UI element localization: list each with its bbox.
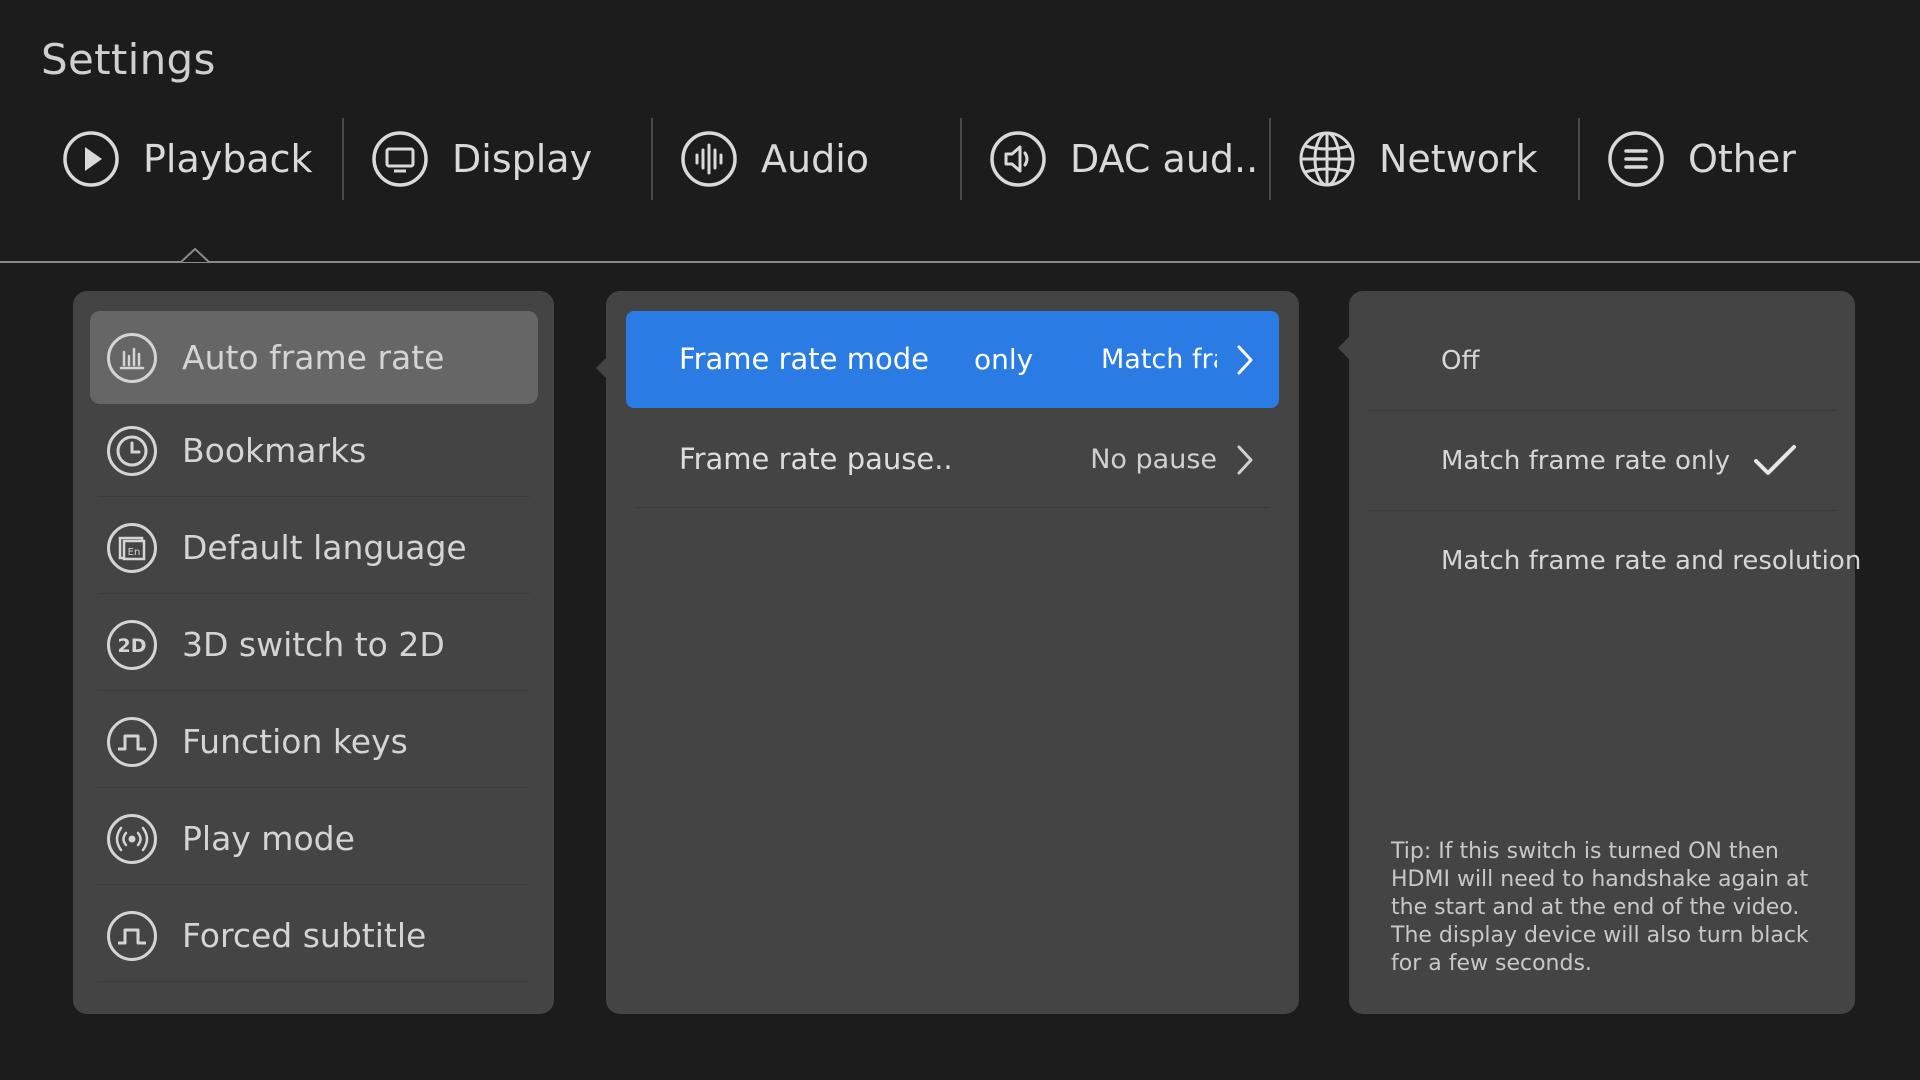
separator bbox=[98, 496, 530, 497]
separator bbox=[98, 787, 530, 788]
auto-frame-rate-panel: Frame rate mode only Match fra Frame rat… bbox=[606, 291, 1299, 1014]
menu-item-label: Bookmarks bbox=[182, 431, 367, 470]
svg-text:2D: 2D bbox=[118, 635, 147, 657]
speaker-icon bbox=[989, 130, 1047, 188]
active-tab-pointer-icon bbox=[181, 248, 209, 263]
tab-other[interactable]: Other bbox=[1578, 118, 1887, 200]
scrolling-text: only bbox=[974, 343, 1034, 376]
row-value: Match fra bbox=[1101, 344, 1217, 375]
menu-item-play-mode[interactable]: Play mode bbox=[90, 792, 538, 885]
tab-playback[interactable]: Playback bbox=[33, 118, 342, 200]
row-frame-rate-mode[interactable]: Frame rate mode only Match fra bbox=[626, 311, 1279, 408]
menu-item-label: Forced subtitle bbox=[182, 916, 427, 955]
separator bbox=[98, 884, 530, 885]
row-frame-rate-pause[interactable]: Frame rate pause.. No pause bbox=[626, 411, 1279, 508]
checkmark-icon bbox=[1754, 445, 1796, 475]
panel-pointer-icon bbox=[1338, 337, 1349, 359]
tab-divider bbox=[0, 261, 1920, 263]
option-label: Match frame rate only bbox=[1441, 446, 1731, 476]
menu-item-label: Function keys bbox=[182, 722, 408, 761]
svg-text:En: En bbox=[128, 547, 141, 558]
clock-icon bbox=[106, 425, 158, 477]
menu-item-label: Default language bbox=[182, 528, 467, 567]
tab-display[interactable]: Display bbox=[342, 118, 651, 200]
separator bbox=[98, 981, 530, 982]
menu-item-default-language[interactable]: En Default language bbox=[90, 501, 538, 594]
tab-label: DAC aud.. bbox=[1070, 137, 1259, 181]
chevron-right-icon bbox=[1237, 445, 1253, 475]
tab-dac-audio[interactable]: DAC aud.. bbox=[960, 118, 1269, 200]
menu-item-label: Play mode bbox=[182, 819, 355, 858]
audio-waveform-icon bbox=[680, 130, 738, 188]
page-title: Settings bbox=[41, 35, 216, 84]
settings-screen: Settings Playback Display Audio DAC aud.… bbox=[0, 0, 1920, 1080]
tab-network[interactable]: Network bbox=[1269, 118, 1578, 200]
tab-label: Display bbox=[452, 137, 593, 181]
option-match-frame-rate-and-resolution[interactable]: Match frame rate and resolution bbox=[1369, 511, 1861, 611]
chevron-right-icon bbox=[1237, 345, 1253, 375]
tab-label: Playback bbox=[143, 137, 313, 181]
broadcast-icon bbox=[106, 813, 158, 865]
separator bbox=[636, 507, 1269, 508]
function-key-icon bbox=[106, 716, 158, 768]
frame-rate-mode-options-panel: Off Match frame rate only Match frame ra… bbox=[1349, 291, 1861, 1014]
globe-icon bbox=[1298, 130, 1356, 188]
menu-item-bookmarks[interactable]: Bookmarks bbox=[90, 404, 538, 497]
option-match-frame-rate-only[interactable]: Match frame rate only bbox=[1369, 411, 1837, 511]
tab-label: Audio bbox=[761, 137, 870, 181]
language-icon: En bbox=[106, 522, 158, 574]
menu-item-function-keys[interactable]: Function keys bbox=[90, 695, 538, 788]
separator bbox=[98, 593, 530, 594]
tab-label: Other bbox=[1688, 137, 1796, 181]
option-off[interactable]: Off bbox=[1369, 311, 1837, 411]
option-label: Off bbox=[1441, 346, 1480, 376]
tab-label: Network bbox=[1379, 137, 1538, 181]
tab-audio[interactable]: Audio bbox=[651, 118, 960, 200]
bar-chart-icon bbox=[106, 332, 158, 384]
tip-text: Tip: If this switch is turned ON then HD… bbox=[1391, 839, 1809, 976]
monitor-icon bbox=[371, 130, 429, 188]
menu-item-auto-frame-rate[interactable]: Auto frame rate bbox=[90, 311, 538, 404]
row-label: Frame rate mode bbox=[679, 342, 929, 376]
play-circle-icon bbox=[62, 130, 120, 188]
option-label: Match frame rate and resolution bbox=[1441, 546, 1862, 576]
subtitle-icon bbox=[106, 910, 158, 962]
menu-lines-icon bbox=[1607, 130, 1665, 188]
row-value: No pause bbox=[1090, 444, 1217, 475]
playback-menu-panel: Auto frame rate Bookmarks En Default lan… bbox=[73, 291, 554, 1014]
menu-item-label: Auto frame rate bbox=[182, 338, 445, 377]
2d-icon: 2D bbox=[106, 619, 158, 671]
settings-tabs: Playback Display Audio DAC aud.. Network bbox=[33, 118, 1887, 200]
menu-item-forced-subtitle[interactable]: Forced subtitle bbox=[90, 889, 538, 982]
menu-item-3d-switch[interactable]: 2D 3D switch to 2D bbox=[90, 598, 538, 691]
menu-item-label: 3D switch to 2D bbox=[182, 625, 445, 664]
separator bbox=[98, 690, 530, 691]
row-label: Frame rate pause.. bbox=[679, 442, 953, 476]
